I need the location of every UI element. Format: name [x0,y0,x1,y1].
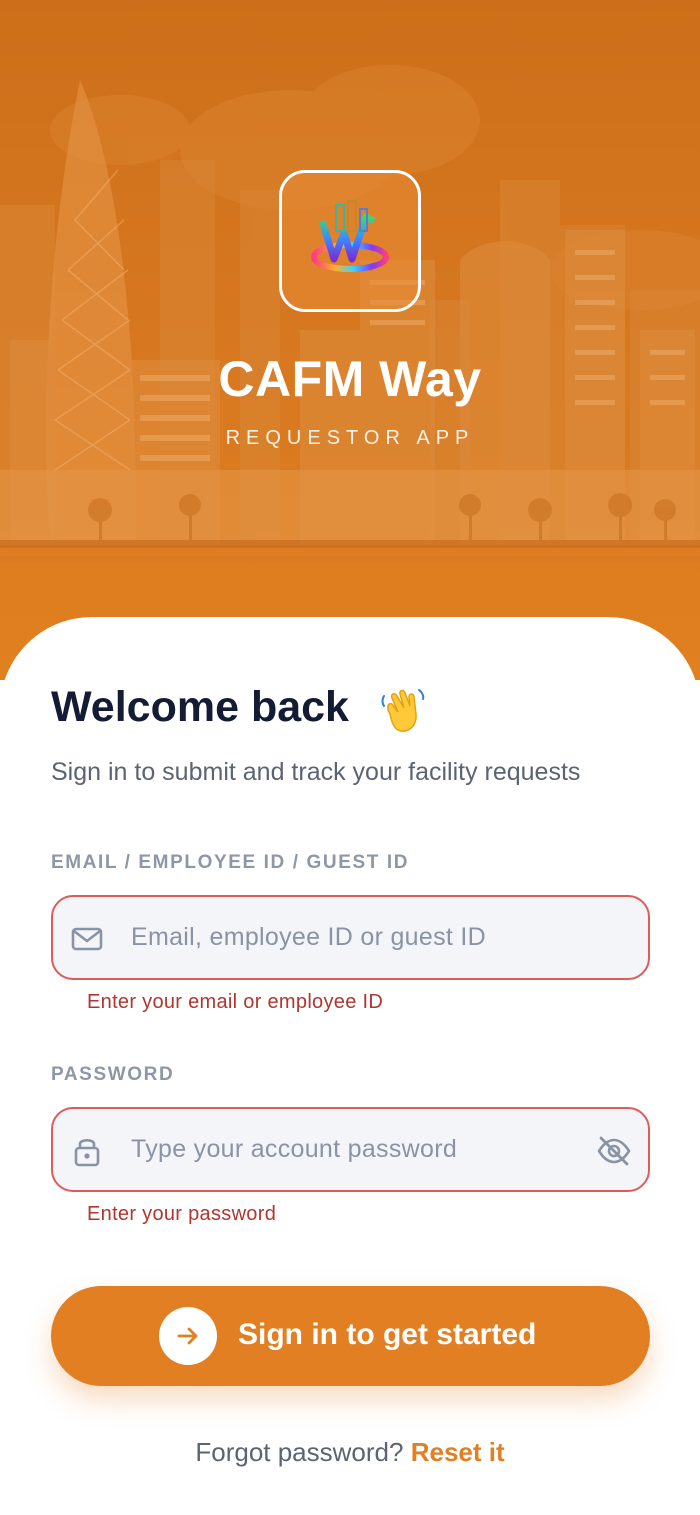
password-field-container[interactable] [51,1107,650,1192]
email-field-label: EMAIL / EMPLOYEE ID / GUEST ID [51,852,410,873]
reset-password-link[interactable]: Reset it [411,1437,505,1467]
login-screen: CAFM Way REQUESTOR APP Welcome back Sign… [0,0,700,1515]
app-logo-tile [279,170,421,312]
lock-icon [74,1138,100,1167]
city-skyline-illustration [0,65,700,561]
forgot-password-row: Forgot password? Reset it [0,1437,700,1468]
email-input[interactable] [131,897,571,978]
mail-icon [71,927,103,951]
password-input[interactable] [131,1109,571,1190]
app-title: CAFM Way [218,351,482,407]
arrow-right-icon [177,1327,198,1345]
sign-in-button[interactable]: Sign in to get started [51,1286,650,1386]
password-error-message: Enter your password [87,1203,277,1225]
welcome-heading: Welcome back [51,683,349,731]
hero-banner: CAFM Way REQUESTOR APP [0,0,700,680]
forgot-password-text: Forgot password? [195,1437,404,1467]
waving-hand-icon [381,689,425,732]
sign-in-button-badge [159,1307,217,1365]
app-subtitle: REQUESTOR APP [225,427,475,449]
eye-off-icon[interactable] [596,1133,632,1169]
email-field-container[interactable] [51,895,650,980]
cafm-way-logo-icon [311,200,389,272]
password-field-label: PASSWORD [51,1064,175,1085]
email-error-message: Enter your email or employee ID [87,991,384,1013]
login-subheading: Sign in to submit and track your facilit… [51,758,581,786]
sign-in-button-label: Sign in to get started [238,1318,537,1351]
